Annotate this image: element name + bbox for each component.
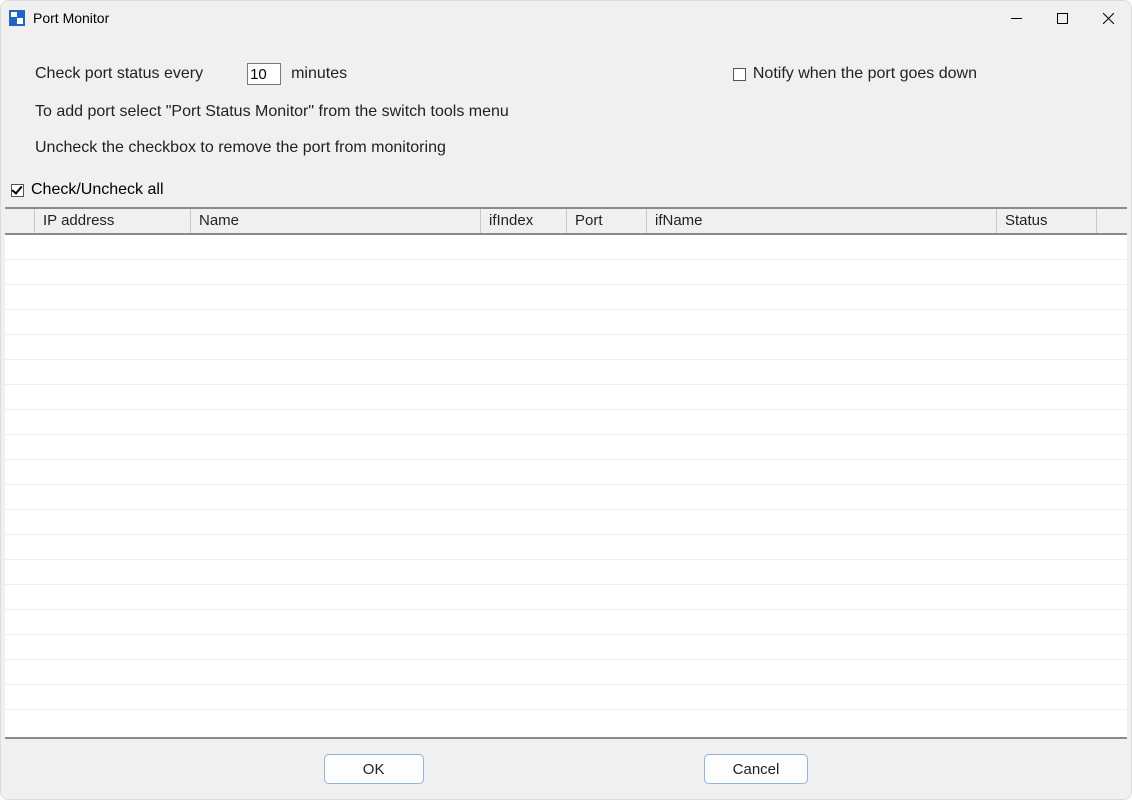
port-table: IP address Name ifIndex Port ifName Stat… xyxy=(5,207,1127,739)
maximize-icon xyxy=(1057,13,1068,24)
table-row xyxy=(5,660,1127,685)
table-row xyxy=(5,510,1127,535)
app-icon xyxy=(9,10,25,26)
window-controls xyxy=(993,1,1131,35)
table-row xyxy=(5,285,1127,310)
notify-wrap: Notify when the port goes down xyxy=(733,65,1097,83)
column-header-name[interactable]: Name xyxy=(191,209,481,233)
ok-button[interactable]: OK xyxy=(324,754,424,784)
table-row xyxy=(5,385,1127,410)
table-row xyxy=(5,560,1127,585)
table-row xyxy=(5,485,1127,510)
column-header-ip[interactable]: IP address xyxy=(35,209,191,233)
port-monitor-window: Port Monitor Check port status every min… xyxy=(0,0,1132,800)
minimize-button[interactable] xyxy=(993,1,1039,35)
column-header-end xyxy=(1097,209,1127,233)
instruction-line-2: Uncheck the checkbox to remove the port … xyxy=(35,139,1097,157)
table-row xyxy=(5,410,1127,435)
cancel-button[interactable]: Cancel xyxy=(704,754,809,784)
table-row xyxy=(5,360,1127,385)
column-header-port[interactable]: Port xyxy=(567,209,647,233)
table-row xyxy=(5,610,1127,635)
check-all-row: Check/Uncheck all xyxy=(1,179,1131,207)
notify-label: Notify when the port goes down xyxy=(753,65,977,83)
table-row xyxy=(5,235,1127,260)
table-row xyxy=(5,435,1127,460)
table-row xyxy=(5,335,1127,360)
settings-area: Check port status every minutes Notify w… xyxy=(1,35,1131,179)
interval-row: Check port status every minutes Notify w… xyxy=(35,63,1097,85)
column-header-checkbox[interactable] xyxy=(5,209,35,233)
table-row xyxy=(5,535,1127,560)
close-button[interactable] xyxy=(1085,1,1131,35)
dialog-footer: OK Cancel xyxy=(1,739,1131,799)
check-all-checkbox[interactable] xyxy=(11,184,24,197)
table-row xyxy=(5,635,1127,660)
notify-checkbox[interactable] xyxy=(733,68,746,81)
column-header-ifindex[interactable]: ifIndex xyxy=(481,209,567,233)
table-row xyxy=(5,460,1127,485)
interval-suffix-label: minutes xyxy=(291,65,347,83)
titlebar: Port Monitor xyxy=(1,1,1131,35)
window-title: Port Monitor xyxy=(33,10,109,26)
table-row xyxy=(5,260,1127,285)
column-header-status[interactable]: Status xyxy=(997,209,1097,233)
interval-input[interactable] xyxy=(247,63,281,85)
interval-prefix-label: Check port status every xyxy=(35,65,203,83)
check-all-label: Check/Uncheck all xyxy=(31,181,164,199)
table-header: IP address Name ifIndex Port ifName Stat… xyxy=(5,209,1127,235)
table-row xyxy=(5,585,1127,610)
minimize-icon xyxy=(1011,13,1022,24)
instruction-line-1: To add port select "Port Status Monitor"… xyxy=(35,103,1097,121)
table-row xyxy=(5,685,1127,710)
column-header-ifname[interactable]: ifName xyxy=(647,209,997,233)
table-row xyxy=(5,310,1127,335)
close-icon xyxy=(1103,13,1114,24)
maximize-button[interactable] xyxy=(1039,1,1085,35)
table-body[interactable] xyxy=(5,235,1127,737)
